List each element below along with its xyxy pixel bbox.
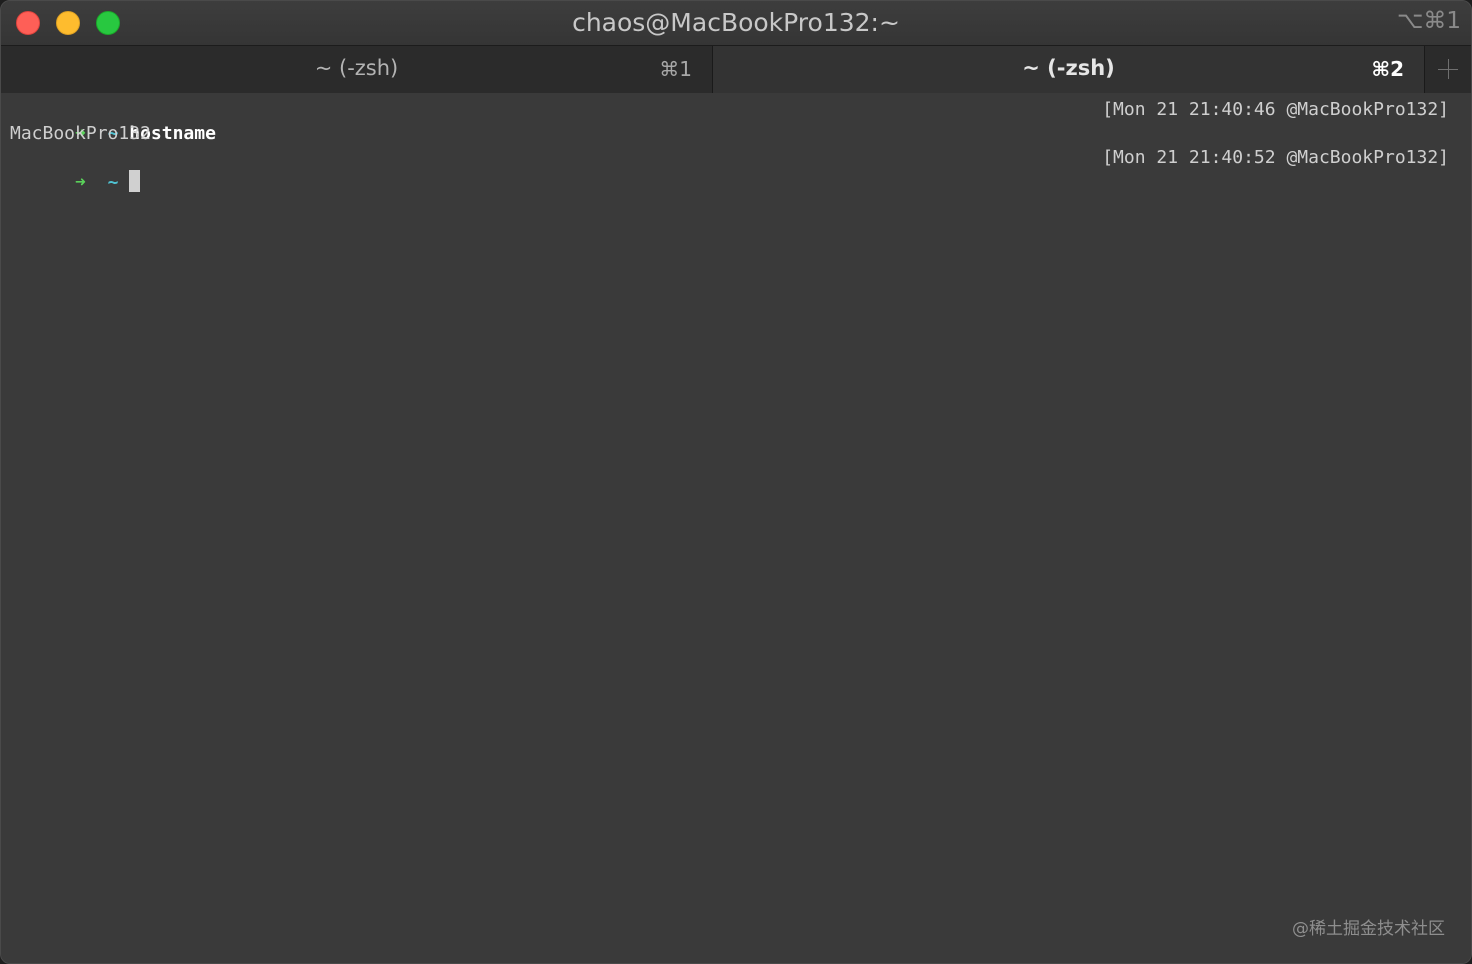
tab-bar: ~ (-zsh) ⌘1 ~ (-zsh) ⌘2 [1,45,1471,93]
tab-2[interactable]: ~ (-zsh) ⌘2 [713,46,1425,93]
window-shortcut: ⌥⌘1 [1396,8,1461,34]
tab-label: ~ (-zsh) [1022,56,1115,80]
watermark: @稀土掘金技术社区 [1292,919,1445,939]
prompt-directory: ~ [107,172,119,193]
right-prompt: [Mon 21 21:40:46 @MacBookPro132] [1102,99,1449,120]
terminal-window: chaos@MacBookPro132:~ ⌥⌘1 ~ (-zsh) ⌘1 ~ … [0,0,1472,964]
text-cursor [129,170,141,192]
command-output: MacBookPro132 [10,123,151,144]
terminal-content[interactable]: ➜ ~ hostname [Mon 21 21:40:46 @MacBookPr… [1,93,1471,963]
tab-shortcut: ⌘2 [1371,57,1404,81]
terminal-line: ➜ ~ [10,146,141,193]
right-prompt: [Mon 21 21:40:52 @MacBookPro132] [1102,147,1449,168]
plus-icon [1448,59,1449,79]
tab-shortcut: ⌘1 [659,57,692,81]
new-tab-button[interactable] [1425,46,1471,93]
prompt-arrow-icon: ➜ [75,172,86,193]
title-bar[interactable]: chaos@MacBookPro132:~ ⌥⌘1 [1,1,1471,45]
tab-label: ~ (-zsh) [314,56,399,80]
window-title: chaos@MacBookPro132:~ [572,8,900,37]
terminal-line: ➜ ~ hostname [10,98,216,144]
tab-1[interactable]: ~ (-zsh) ⌘1 [1,46,713,93]
